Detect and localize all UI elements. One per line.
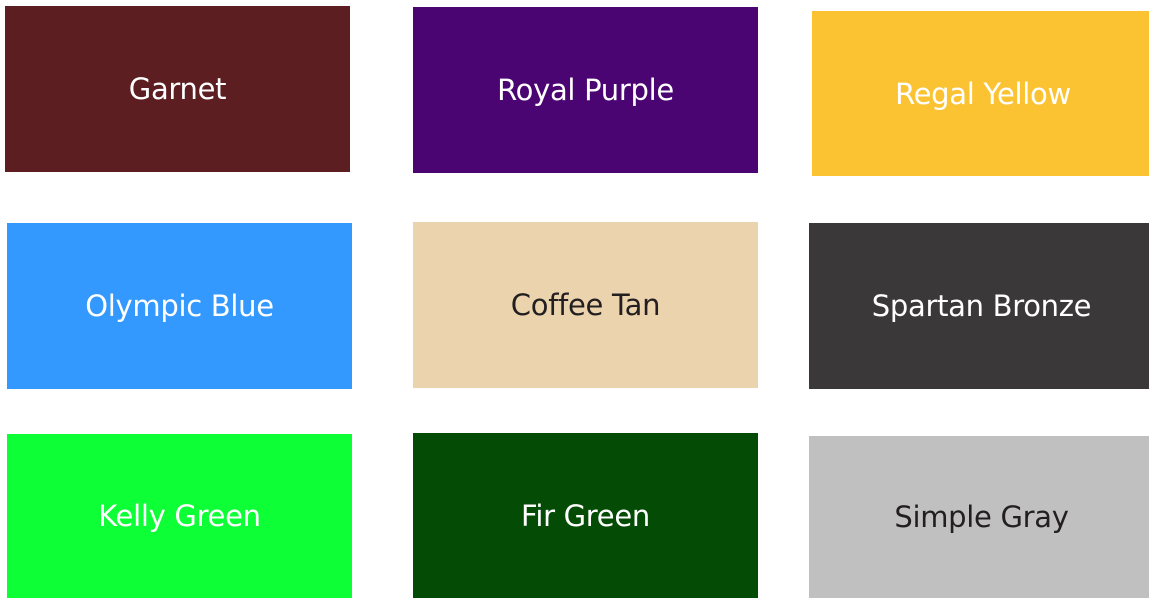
swatch-label: Coffee Tan bbox=[510, 288, 661, 322]
swatch-fir-green: Fir Green bbox=[413, 433, 758, 598]
swatch-label: Olympic Blue bbox=[85, 289, 274, 323]
swatch-label: Regal Yellow bbox=[895, 76, 1071, 111]
swatch-regal-yellow: Regal Yellow bbox=[812, 11, 1149, 176]
swatch-coffee-tan: Coffee Tan bbox=[413, 222, 758, 388]
swatch-label: Spartan Bronze bbox=[871, 289, 1092, 323]
swatch-label: Simple Gray bbox=[894, 500, 1069, 534]
swatch-spartan-bronze: Spartan Bronze bbox=[809, 223, 1149, 389]
swatch-garnet: Garnet bbox=[5, 6, 350, 172]
swatch-simple-gray: Simple Gray bbox=[809, 436, 1149, 598]
swatch-label: Fir Green bbox=[521, 498, 650, 533]
swatch-kelly-green: Kelly Green bbox=[7, 434, 352, 598]
swatch-label: Kelly Green bbox=[98, 499, 261, 533]
swatch-label: Royal Purple bbox=[497, 73, 674, 107]
swatch-royal-purple: Royal Purple bbox=[413, 7, 758, 173]
swatch-label: Garnet bbox=[128, 72, 227, 106]
swatch-olympic-blue: Olympic Blue bbox=[7, 223, 352, 389]
